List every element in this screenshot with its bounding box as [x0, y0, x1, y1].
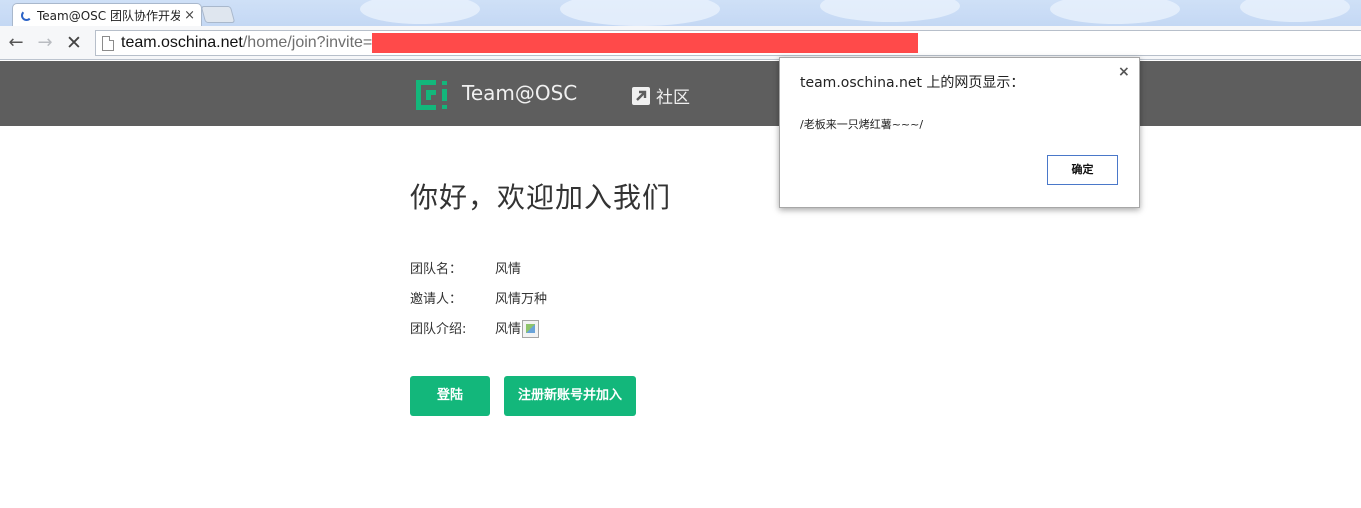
- page-icon: [102, 35, 114, 51]
- login-button[interactable]: 登陆: [410, 376, 490, 416]
- background-decoration: [1050, 0, 1180, 24]
- back-arrow-icon[interactable]: ←: [4, 31, 28, 55]
- external-link-icon: [632, 86, 650, 105]
- brand-name[interactable]: Team@OSC: [462, 81, 577, 105]
- url-redaction: [372, 33, 919, 53]
- new-tab-button[interactable]: [200, 6, 236, 23]
- browser-tab[interactable]: Team@OSC 团队协作开发 ×: [12, 3, 202, 26]
- dialog-ok-button[interactable]: 确定: [1047, 155, 1118, 185]
- team-intro-row: 团队介绍: 风情: [410, 318, 540, 338]
- background-decoration: [360, 0, 480, 24]
- dialog-message: /老板来一只烤红薯~~~/: [800, 118, 924, 131]
- browser-toolbar: ← → ✕ team.oschina.net /home/join?invite…: [0, 26, 1361, 60]
- register-and-join-button[interactable]: 注册新账号并加入: [504, 376, 636, 416]
- broken-image-icon: [522, 320, 540, 338]
- team-name-value: 风情: [495, 262, 522, 277]
- inviter-row: 邀请人： 风情万种: [410, 288, 547, 307]
- forward-arrow-icon[interactable]: →: [33, 31, 57, 55]
- team-name-row: 团队名： 风情: [410, 258, 521, 277]
- team-intro-value: 风情: [495, 318, 540, 338]
- tab-close-icon[interactable]: ×: [184, 8, 195, 23]
- community-label: 社区: [656, 88, 690, 108]
- background-decoration: [560, 0, 720, 26]
- community-link[interactable]: 社区: [632, 83, 690, 108]
- site-header: Team@OSC 社区: [0, 61, 1361, 126]
- url-host: team.oschina.net: [121, 34, 243, 51]
- inviter-value: 风情万种: [495, 292, 548, 307]
- address-bar[interactable]: team.oschina.net /home/join?invite=: [95, 30, 1361, 56]
- team-name-label: 团队名：: [410, 262, 463, 277]
- team-intro-label: 团队介绍:: [410, 322, 467, 337]
- stop-loading-icon[interactable]: ✕: [62, 31, 86, 55]
- alert-dialog: team.oschina.net 上的网页显示： × /老板来一只烤红薯~~~/…: [779, 57, 1140, 208]
- background-decoration: [1240, 0, 1350, 22]
- inviter-label: 邀请人：: [410, 292, 463, 307]
- url-path: /home/join?invite=: [242, 34, 373, 51]
- loading-spinner-icon: [21, 10, 32, 21]
- page-title: 你好，欢迎加入我们: [410, 181, 672, 214]
- dialog-close-icon[interactable]: ×: [1118, 64, 1130, 80]
- tab-title: Team@OSC 团队协作开发: [37, 9, 181, 23]
- background-decoration: [820, 0, 960, 22]
- dialog-title: team.oschina.net 上的网页显示：: [800, 75, 1025, 91]
- team-intro-text: 风情: [495, 322, 522, 337]
- team-osc-logo-icon[interactable]: [414, 78, 452, 112]
- browser-tab-strip: Team@OSC 团队协作开发 ×: [0, 0, 1361, 26]
